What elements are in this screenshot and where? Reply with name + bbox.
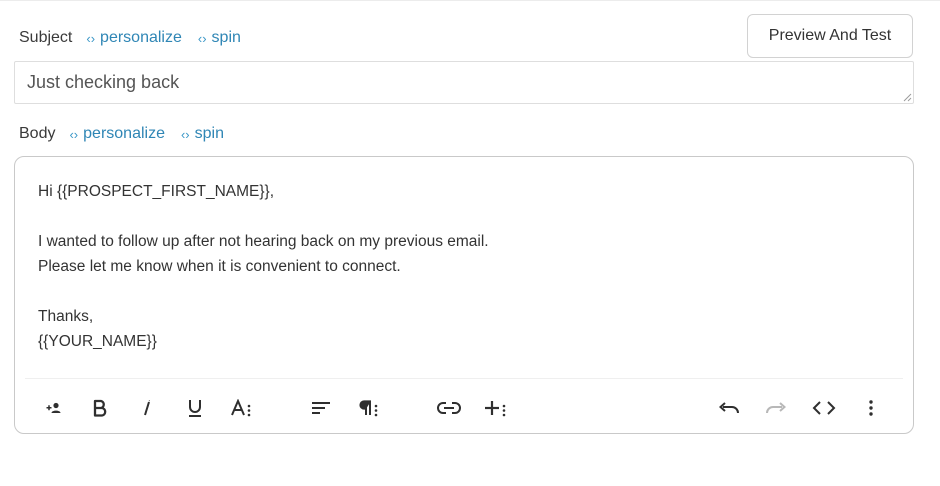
link-button[interactable] [434,393,464,423]
italic-icon [144,400,150,416]
editor-line: I wanted to follow up after not hearing … [38,233,489,250]
preview-and-test-button[interactable]: Preview And Test [747,14,913,58]
code-brackets-icon: ‹› [197,30,207,46]
undo-icon [718,402,739,414]
body-editor[interactable]: Hi {{PROSPECT_FIRST_NAME}}, I wanted to … [14,156,914,434]
redo-button[interactable] [761,393,791,423]
undo-button[interactable] [714,393,744,423]
add-person-icon [46,402,61,413]
subject-personalize-link[interactable]: ‹› personalize [86,29,182,47]
redo-icon [766,402,787,414]
subject-spin-label: spin [211,29,241,46]
editor-line: Thanks, [38,308,94,325]
insert-icon [485,401,506,417]
code-view-button[interactable] [809,393,839,423]
body-label: Body [19,125,56,142]
underline-icon [189,400,201,417]
underline-button[interactable] [180,393,210,423]
more-icon [869,400,873,416]
code-brackets-icon: ‹› [86,30,96,46]
font-size-button[interactable] [227,393,257,423]
bold-icon [93,399,107,417]
font-size-icon [231,399,251,417]
top-divider [0,0,940,1]
add-person-button[interactable] [39,393,69,423]
code-view-icon [812,401,836,415]
italic-button[interactable] [132,393,162,423]
body-personalize-link[interactable]: ‹› personalize [69,125,165,143]
subject-label: Subject [19,29,73,46]
insert-button[interactable] [481,393,511,423]
subject-personalize-label: personalize [100,29,182,46]
editor-line: Please let me know when it is convenient… [38,258,401,275]
paragraph-icon [359,400,378,417]
subject-input[interactable] [14,61,914,104]
more-options-button[interactable] [856,393,886,423]
toolbar-divider [25,378,903,379]
bold-button[interactable] [85,393,115,423]
body-personalize-label: personalize [83,125,165,142]
editor-content[interactable]: Hi {{PROSPECT_FIRST_NAME}}, I wanted to … [38,179,888,354]
body-label-row: Body ‹› personalize ‹› spin [19,122,240,146]
subject-label-row: Subject ‹› personalize ‹› spin [19,26,257,50]
code-brackets-icon: ‹› [180,126,190,142]
body-spin-link[interactable]: ‹› spin [181,125,224,143]
link-icon [437,402,461,414]
editor-line: Hi {{PROSPECT_FIRST_NAME}}, [38,183,275,200]
subject-spin-link[interactable]: ‹› spin [198,29,241,47]
align-button[interactable] [306,393,336,423]
resize-grip-icon[interactable] [902,92,912,102]
paragraph-button[interactable] [354,393,384,423]
align-icon [312,402,330,414]
editor-line: {{YOUR_NAME}} [38,333,157,350]
code-brackets-icon: ‹› [69,126,79,142]
body-spin-label: spin [194,125,224,142]
